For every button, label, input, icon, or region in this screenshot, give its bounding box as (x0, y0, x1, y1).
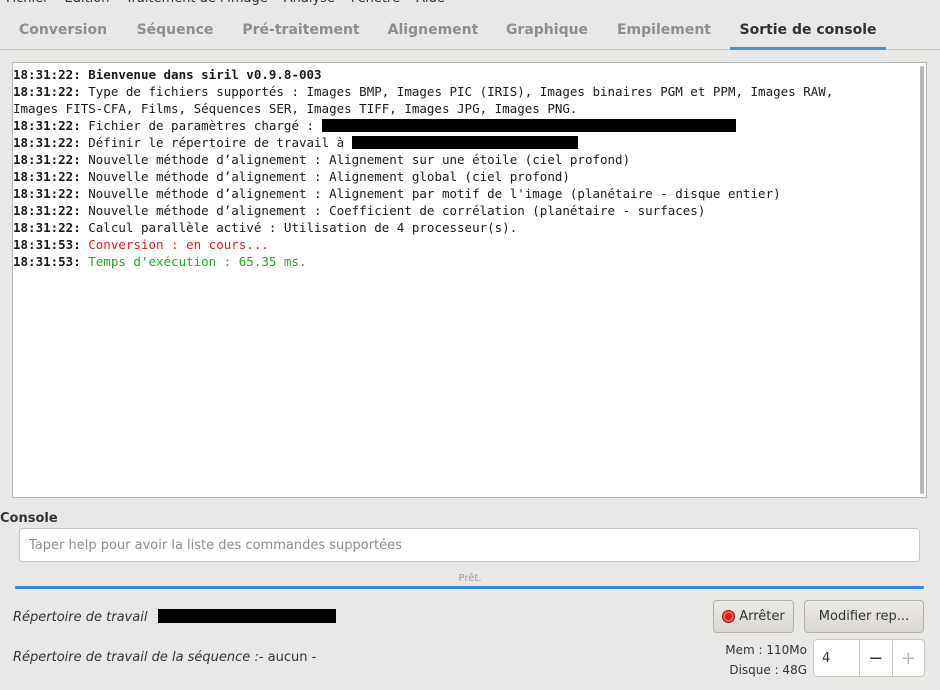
tab-sortie-console[interactable]: Sortie de console (730, 8, 886, 50)
log-line: 18:31:22: Définir le répertoire de trava… (13, 134, 913, 151)
command-input[interactable] (19, 528, 920, 562)
menu-fenetre[interactable]: Fenêtre (351, 0, 400, 8)
tab-bar: Conversion Séquence Pré-traitement Align… (0, 8, 940, 50)
memory-usage: Mem : 110Mo (725, 643, 807, 657)
seq-workdir-value: - aucun - (258, 650, 317, 665)
log-timestamp: 18:31:22: (13, 67, 81, 82)
log-message: Calcul parallèle activé : Utilisation de… (80, 220, 518, 235)
redacted-path (321, 119, 736, 132)
log-message: Images FITS-CFA, Films, Séquences SER, I… (13, 101, 578, 116)
disk-usage: Disque : 48G (729, 663, 807, 677)
log-timestamp: 18:31:53: (13, 254, 81, 269)
console-output[interactable]: 18:31:22: Bienvenue dans siril v0.9.8-00… (12, 62, 927, 498)
log-line: 18:31:22: Bienvenue dans siril v0.9.8-00… (13, 66, 913, 83)
threads-spinner[interactable]: − + (813, 639, 925, 677)
log-timestamp: 18:31:22: (13, 203, 81, 218)
stop-button[interactable]: Arrêter (713, 600, 794, 633)
log-timestamp: 18:31:22: (13, 220, 81, 235)
log-message: Type de fichiers supportés : Images BMP,… (80, 84, 834, 99)
log-timestamp: 18:31:53: (13, 237, 81, 252)
menu-analyse[interactable]: Analyse (284, 0, 335, 8)
log-line: 18:31:22: Nouvelle méthode d’alignement … (13, 151, 913, 168)
tab-sequence[interactable]: Séquence (126, 8, 224, 50)
tab-alignement[interactable]: Alignement (378, 8, 488, 50)
log-message: Fichier de paramètres chargé : (80, 118, 322, 133)
menu-aide[interactable]: Aide (416, 0, 445, 8)
tab-conversion[interactable]: Conversion (12, 8, 114, 50)
workdir-label: Répertoire de travail (13, 609, 336, 625)
modify-dir-button[interactable]: Modifier rep... (804, 600, 924, 633)
log-timestamp: 18:31:22: (13, 118, 81, 133)
menu-bar: Fichier Edition Traitement de l'image An… (0, 0, 940, 8)
log-timestamp: 18:31:22: (13, 84, 81, 99)
workdir-redacted (157, 609, 336, 623)
menu-traitement[interactable]: Traitement de l'image (125, 0, 267, 8)
stop-label: Arrêter (739, 609, 785, 624)
redacted-path (351, 136, 578, 149)
log-line: 18:31:22: Fichier de paramètres chargé : (13, 117, 913, 134)
log-message: Nouvelle méthode d’alignement : Aligneme… (80, 169, 570, 184)
status-text: Prêt. (458, 573, 482, 584)
menu-edition[interactable]: Edition (65, 0, 110, 8)
menu-fichier[interactable]: Fichier (6, 0, 49, 8)
log-area: 18:31:22: Bienvenue dans siril v0.9.8-00… (13, 66, 913, 270)
modify-dir-label: Modifier rep... (818, 609, 910, 624)
seq-workdir: Répertoire de travail de la séquence :- … (13, 650, 316, 665)
tab-pretraitement[interactable]: Pré-traitement (236, 8, 366, 50)
log-message: Nouvelle méthode d’alignement : Aligneme… (80, 152, 631, 167)
log-timestamp: 18:31:22: (13, 169, 81, 184)
scrollbar[interactable] (920, 66, 924, 494)
log-message: Nouvelle méthode d’alignement : Coeffici… (80, 203, 706, 218)
progress-bar (15, 586, 924, 589)
log-line: 18:31:22: Calcul parallèle activé : Util… (13, 219, 913, 236)
minus-icon[interactable]: − (859, 640, 892, 676)
log-line: 18:31:22: Nouvelle méthode d’alignement … (13, 185, 913, 202)
log-message: Bienvenue dans siril v0.9.8-003 (80, 67, 322, 82)
log-timestamp: 18:31:22: (13, 186, 81, 201)
log-timestamp: 18:31:22: (13, 135, 81, 150)
log-message: Définir le répertoire de travail à (80, 135, 352, 150)
console-label: Console (0, 511, 58, 526)
log-line: 18:31:53: Conversion : en cours... (13, 236, 913, 253)
threads-value[interactable] (814, 640, 859, 676)
log-line: 18:31:22: Nouvelle méthode d’alignement … (13, 168, 913, 185)
log-timestamp: 18:31:22: (13, 152, 81, 167)
plus-icon[interactable]: + (891, 640, 925, 676)
stop-icon (722, 610, 736, 623)
log-line: Images FITS-CFA, Films, Séquences SER, I… (13, 100, 913, 117)
tab-empilement[interactable]: Empilement (606, 8, 722, 50)
log-message: Temps d'exécution : 65.35 ms. (80, 254, 307, 269)
log-message: Conversion : en cours... (80, 237, 269, 252)
tab-graphique[interactable]: Graphique (498, 8, 596, 50)
workdir-label-text: Répertoire de travail (13, 610, 148, 625)
log-line: 18:31:22: Nouvelle méthode d’alignement … (13, 202, 913, 219)
log-message: Nouvelle méthode d’alignement : Aligneme… (80, 186, 781, 201)
log-line: 18:31:22: Type de fichiers supportés : I… (13, 83, 913, 100)
log-line: 18:31:53: Temps d'exécution : 65.35 ms. (13, 253, 913, 270)
seq-workdir-label: Répertoire de travail de la séquence : (13, 650, 259, 665)
